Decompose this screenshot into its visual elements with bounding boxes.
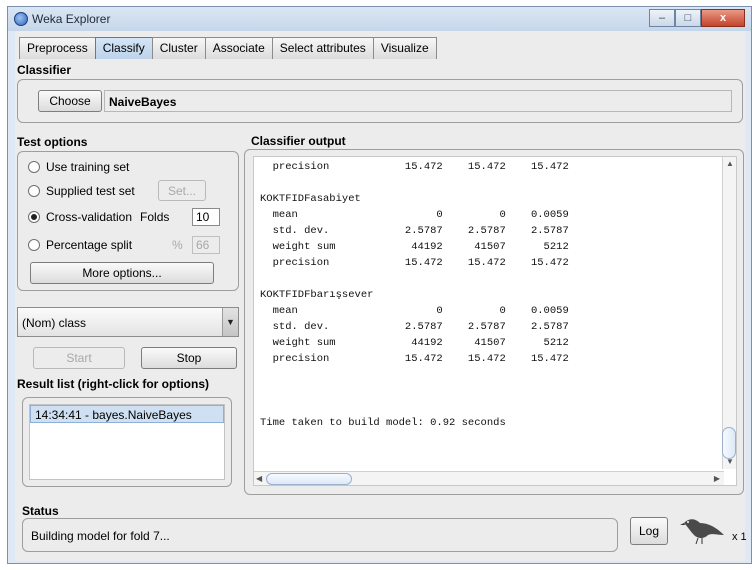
classifier-output-label: Classifier output <box>251 134 346 148</box>
percent-input[interactable]: 66 <box>192 236 220 254</box>
set-button[interactable]: Set... <box>158 180 206 201</box>
radio-percentage-split[interactable] <box>28 239 40 251</box>
output-text: precision 15.472 15.472 15.472 KOKTFIDFa… <box>260 161 569 429</box>
chevron-down-icon[interactable]: ▼ <box>222 308 238 336</box>
classifier-name-field[interactable]: NaiveBayes <box>104 90 732 112</box>
close-button[interactable]: x <box>701 9 745 27</box>
status-message: Building model for fold 7... <box>31 529 170 543</box>
tab-classify[interactable]: Classify <box>94 37 152 59</box>
status-label: Status <box>22 504 59 518</box>
result-list-label: Result list (right-click for options) <box>17 377 210 391</box>
horizontal-scroll-thumb[interactable] <box>266 473 352 485</box>
tab-select-attributes[interactable]: Select attributes <box>271 37 373 59</box>
classifier-section-label: Classifier <box>17 63 72 77</box>
scroll-down-icon[interactable]: ▼ <box>726 457 734 466</box>
classifier-output-text[interactable]: precision 15.472 15.472 15.472 KOKTFIDFa… <box>253 156 737 486</box>
vertical-scrollbar[interactable]: ▲ ▼ <box>722 157 736 469</box>
supplied-test-label: Supplied test set <box>46 184 135 198</box>
use-training-label: Use training set <box>46 160 130 174</box>
classifier-panel: Choose NaiveBayes <box>17 79 743 123</box>
class-selector[interactable]: (Nom) class ▼ <box>17 307 239 337</box>
window-controls: – □ x <box>649 9 745 27</box>
result-list-item[interactable]: 14:34:41 - bayes.NaiveBayes <box>30 405 224 423</box>
percent-symbol: % <box>172 238 183 252</box>
choose-button[interactable]: Choose <box>38 90 102 112</box>
option-percentage-split[interactable]: Percentage split <box>28 236 132 254</box>
option-use-training-set[interactable]: Use training set <box>28 158 129 176</box>
tab-cluster[interactable]: Cluster <box>151 37 205 59</box>
result-list-panel: 14:34:41 - bayes.NaiveBayes <box>22 397 232 487</box>
start-button[interactable]: Start <box>33 347 125 369</box>
maximize-button[interactable]: □ <box>675 9 701 27</box>
stop-button[interactable]: Stop <box>141 347 237 369</box>
radio-supplied-test[interactable] <box>28 185 40 197</box>
tab-preprocess[interactable]: Preprocess <box>19 37 95 59</box>
scroll-up-icon[interactable]: ▲ <box>726 159 734 168</box>
classifier-output-panel: precision 15.472 15.472 15.472 KOKTFIDFa… <box>244 149 744 495</box>
option-cross-validation[interactable]: Cross-validation Folds <box>28 208 169 226</box>
minimize-button[interactable]: – <box>649 9 675 27</box>
option-supplied-test-set[interactable]: Supplied test set <box>28 182 135 200</box>
folds-input[interactable]: 10 <box>192 208 220 226</box>
class-selector-value: (Nom) class <box>22 316 87 330</box>
vertical-scroll-thumb[interactable] <box>722 427 736 459</box>
tab-strip: Preprocess Classify Cluster Associate Se… <box>19 37 437 59</box>
more-options-button[interactable]: More options... <box>30 262 214 284</box>
weka-explorer-window: Weka Explorer – □ x Preprocess Classify … <box>7 6 752 564</box>
tab-associate[interactable]: Associate <box>204 37 272 59</box>
scroll-right-icon[interactable]: ▶ <box>714 474 720 483</box>
window-title: Weka Explorer <box>32 12 111 26</box>
radio-use-training[interactable] <box>28 161 40 173</box>
folds-label: Folds <box>140 210 170 224</box>
radio-cross-validation[interactable] <box>28 211 40 223</box>
weka-app-icon <box>14 12 28 26</box>
horizontal-scrollbar[interactable]: ◀ ▶ <box>254 471 724 485</box>
title-bar[interactable]: Weka Explorer – □ x <box>8 7 751 31</box>
test-options-label: Test options <box>17 135 88 149</box>
status-panel: Building model for fold 7... <box>22 518 618 552</box>
test-options-panel: Use training set Supplied test set Set..… <box>17 151 239 291</box>
task-count: x 1 <box>732 531 747 543</box>
percentage-split-label: Percentage split <box>46 238 133 252</box>
cross-validation-label: Cross-validation <box>46 210 133 224</box>
weka-bird-icon[interactable] <box>680 511 730 545</box>
tab-visualize[interactable]: Visualize <box>372 37 437 59</box>
log-button[interactable]: Log <box>630 517 668 545</box>
result-list[interactable]: 14:34:41 - bayes.NaiveBayes <box>29 404 225 480</box>
scroll-left-icon[interactable]: ◀ <box>256 474 262 483</box>
